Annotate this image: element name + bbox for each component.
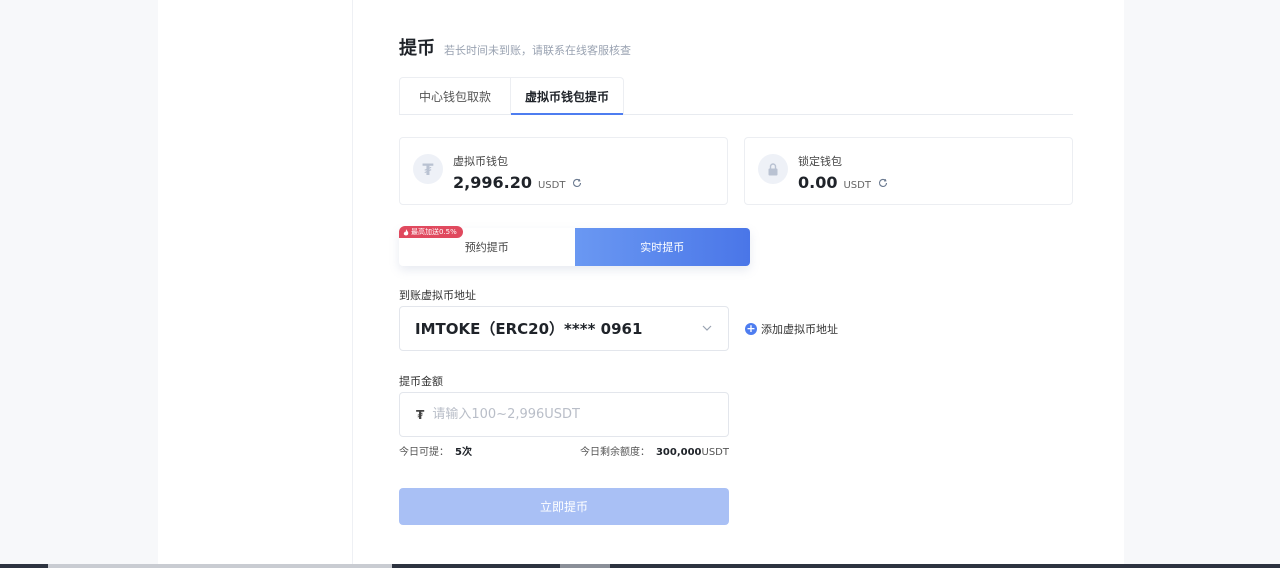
amount-label: 提币金额 [399,375,443,388]
address-select[interactable]: IMTOKE（ERC20）**** 0961 [399,306,729,351]
wallet-amount: 0.00 [798,173,838,192]
wallet-balance: 2,996.20 USDT [453,173,582,192]
realtime-withdraw-button[interactable]: 实时提币 [574,228,750,266]
page-header: 提币 若长时间未到账，请联系在线客服核查 [399,34,631,60]
chevron-down-icon [702,325,712,331]
page-subtitle: 若长时间未到账，请联系在线客服核查 [444,44,631,57]
withdraw-limits: 今日可提： 5次 今日剩余额度： 300,000USDT [399,443,729,458]
plus-icon: + [745,322,757,335]
crypto-wallet-card: ₮ 虚拟币钱包 2,996.20 USDT [399,137,728,205]
lock-icon [758,154,788,184]
wallet-label: 锁定钱包 [798,155,842,168]
promo-badge: 最高加送0.5% [399,226,463,238]
today-times: 今日可提： 5次 [399,443,472,458]
today-times-label: 今日可提： [399,447,449,458]
sidebar-divider [352,0,353,564]
tab-bar: 中心钱包取款 虚拟币钱包提币 [399,77,1073,115]
locked-wallet-card: 锁定钱包 0.00 USDT [744,137,1073,205]
wallet-amount: 2,996.20 [453,173,532,192]
address-value: IMTOKE（ERC20）**** 0961 [415,320,643,338]
tab-crypto-wallet[interactable]: 虚拟币钱包提币 [511,77,624,115]
tether-icon: ₮ [416,407,425,422]
wallet-unit: USDT [843,180,871,191]
tether-icon: ₮ [413,154,443,184]
today-remaining-unit: USDT [701,447,729,458]
refresh-icon[interactable] [572,178,582,188]
today-remaining: 今日剩余额度： 300,000USDT [580,443,729,458]
promo-badge-text: 最高加送0.5% [411,228,457,236]
add-address-label: 添加虚拟币地址 [761,323,838,336]
page-title: 提币 [399,38,435,59]
add-address-link[interactable]: + 添加虚拟币地址 [745,321,838,337]
taskbar-segment [48,564,392,568]
taskbar-segment [560,564,610,568]
withdraw-mode-toggle: 预约提币 实时提币 最高加送0.5% [399,226,750,266]
wallet-balance: 0.00 USDT [798,173,888,192]
submit-withdraw-button[interactable]: 立即提币 [399,488,729,525]
amount-input[interactable] [432,407,693,422]
address-label: 到账虚拟币地址 [399,289,476,302]
wallet-label: 虚拟币钱包 [453,155,508,168]
tab-center-wallet[interactable]: 中心钱包取款 [399,77,511,114]
today-remaining-label: 今日剩余额度： [579,447,650,458]
today-times-value: 5次 [455,447,472,458]
taskbar-strip [0,564,1280,568]
amount-field[interactable]: ₮ [399,392,729,437]
wallet-unit: USDT [537,180,566,191]
refresh-icon[interactable] [878,178,888,188]
flame-icon [403,228,409,235]
withdraw-panel: 提币 若长时间未到账，请联系在线客服核查 中心钱包取款 虚拟币钱包提币 ₮ 虚拟… [399,0,1079,564]
today-remaining-value: 300,000 [655,447,702,458]
